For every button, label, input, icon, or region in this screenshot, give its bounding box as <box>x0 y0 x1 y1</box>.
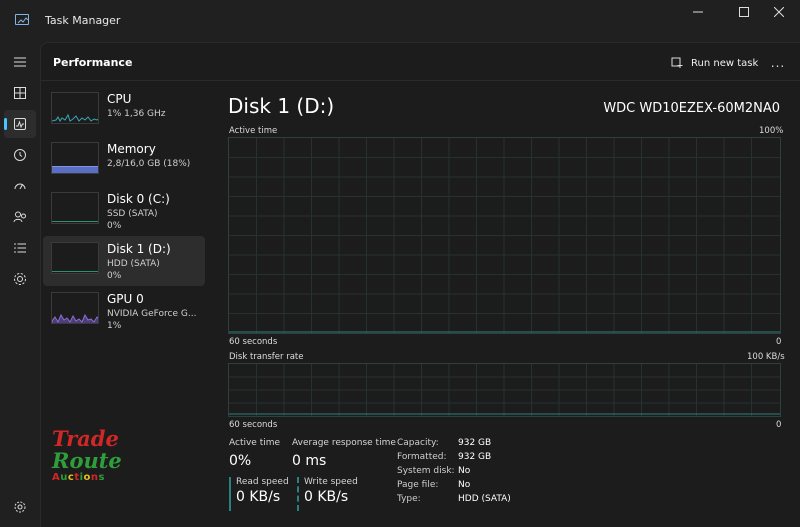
transfer-rate-graph <box>228 363 781 417</box>
formatted-key: Formatted: <box>397 452 447 462</box>
resource-usage: 0% <box>107 271 122 281</box>
active-time-graph <box>228 137 781 334</box>
logo-line-auctions: Auctions <box>52 472 105 483</box>
disk-model: WDC WD10EZEX-60M2NA0 <box>603 101 780 116</box>
close-button[interactable] <box>756 0 800 24</box>
nav-hamburger-button[interactable] <box>4 48 36 76</box>
transfer-rate-grid <box>229 364 780 416</box>
nav-app-history[interactable] <box>4 141 36 169</box>
run-new-task-button[interactable]: Run new task <box>671 54 758 72</box>
write-speed-value: 0 KB/s <box>304 489 349 505</box>
write-speed-label: Write speed <box>304 477 358 487</box>
capacity-value: 932 GB <box>458 438 492 448</box>
settings-icon <box>14 501 26 513</box>
disk0-thumbnail-graph <box>51 192 99 224</box>
page-title: Performance <box>53 56 133 69</box>
resource-usage: 1% <box>107 321 122 331</box>
transfer-rate-graph-min: 0 <box>776 420 782 430</box>
resource-name: GPU 0 <box>107 292 144 306</box>
content-area: Performance Run new task ... CPU 1% 1,36… <box>40 42 800 527</box>
type-value: HDD (SATA) <box>458 494 511 504</box>
formatted-value: 932 GB <box>458 452 492 462</box>
nav-users[interactable] <box>4 203 36 231</box>
active-time-grid <box>229 138 780 333</box>
transfer-rate-graph-max: 100 KB/s <box>747 352 785 362</box>
resource-detail: SSD (SATA) <box>107 209 158 219</box>
resource-item-cpu[interactable]: CPU 1% 1,36 GHz <box>43 86 205 136</box>
resource-item-gpu-0[interactable]: GPU 0 NVIDIA GeForce G... 1% <box>43 286 205 336</box>
page-file-key: Page file: <box>397 480 439 490</box>
active-time-graph-label: Active time <box>229 126 278 136</box>
nav-details[interactable] <box>4 234 36 262</box>
read-speed-value: 0 KB/s <box>236 489 281 505</box>
resource-detail: 2,8/16,0 GB (18%) <box>107 159 191 169</box>
run-new-task-label: Run new task <box>691 57 759 69</box>
write-speed-block: Write speed 0 KB/s <box>297 477 358 511</box>
page-file-value: No <box>458 480 471 490</box>
processes-icon <box>14 87 26 99</box>
maximize-icon <box>739 7 749 17</box>
nav-settings[interactable] <box>4 493 36 521</box>
performance-icon <box>14 118 26 130</box>
services-icon <box>14 273 26 285</box>
memory-thumbnail-graph <box>51 142 99 174</box>
detail-title: Disk 1 (D:) <box>228 94 335 118</box>
trade-route-auctions-logo: Trade Route Auctions <box>52 428 122 494</box>
app-history-icon <box>14 149 26 161</box>
resource-detail: 1% 1,36 GHz <box>107 109 166 119</box>
resource-name: CPU <box>107 92 132 106</box>
gpu-thumbnail-graph <box>51 292 99 324</box>
active-time-graph-min: 0 <box>776 337 782 347</box>
resource-name: Disk 0 (C:) <box>107 192 170 206</box>
resource-item-disk-1[interactable]: Disk 1 (D:) HDD (SATA) 0% <box>43 236 205 286</box>
task-manager-app-icon <box>15 14 29 25</box>
disk1-thumbnail-graph <box>51 242 99 274</box>
details-icon <box>14 243 26 253</box>
minimize-button[interactable] <box>675 0 721 24</box>
active-time-value: 0% <box>229 453 252 469</box>
window-title: Task Manager <box>45 14 121 27</box>
logo-line-route: Route <box>52 448 122 473</box>
startup-apps-icon <box>14 183 26 190</box>
avg-response-value: 0 ms <box>292 453 327 469</box>
resource-usage: 0% <box>107 221 122 231</box>
active-time-graph-time: 60 seconds <box>229 337 278 347</box>
more-options-button[interactable]: ... <box>769 54 787 72</box>
resource-item-disk-0[interactable]: Disk 0 (C:) SSD (SATA) 0% <box>43 186 205 236</box>
nav-rail <box>0 42 40 527</box>
transfer-rate-graph-time: 60 seconds <box>229 420 278 430</box>
nav-services[interactable] <box>4 265 36 293</box>
cpu-thumbnail-graph <box>51 92 99 124</box>
active-time-graph-max: 100% <box>759 126 784 136</box>
run-task-icon <box>671 57 683 68</box>
logo-line-trade: Trade <box>52 426 119 451</box>
users-icon <box>13 211 26 223</box>
resource-detail: HDD (SATA) <box>107 259 160 269</box>
read-speed-label: Read speed <box>236 477 289 487</box>
resource-detail: NVIDIA GeForce G... <box>107 309 197 319</box>
capacity-key: Capacity: <box>397 438 439 448</box>
nav-performance[interactable] <box>4 110 36 138</box>
avg-response-label: Average response time <box>292 438 396 448</box>
resource-item-memory[interactable]: Memory 2,8/16,0 GB (18%) <box>43 136 205 186</box>
hamburger-icon <box>14 57 26 67</box>
minimize-icon <box>693 11 703 13</box>
page-header: Performance Run new task ... <box>41 43 800 81</box>
active-time-label: Active time <box>229 438 281 448</box>
system-disk-value: No <box>458 466 471 476</box>
close-icon <box>774 7 784 17</box>
read-speed-block: Read speed 0 KB/s <box>229 477 289 511</box>
title-bar: Task Manager <box>0 0 800 42</box>
type-key: Type: <box>397 494 421 504</box>
transfer-rate-graph-label: Disk transfer rate <box>229 352 304 362</box>
nav-startup-apps[interactable] <box>4 172 36 200</box>
resource-name: Disk 1 (D:) <box>107 242 171 256</box>
nav-processes[interactable] <box>4 79 36 107</box>
system-disk-key: System disk: <box>397 466 455 476</box>
resource-name: Memory <box>107 142 156 156</box>
